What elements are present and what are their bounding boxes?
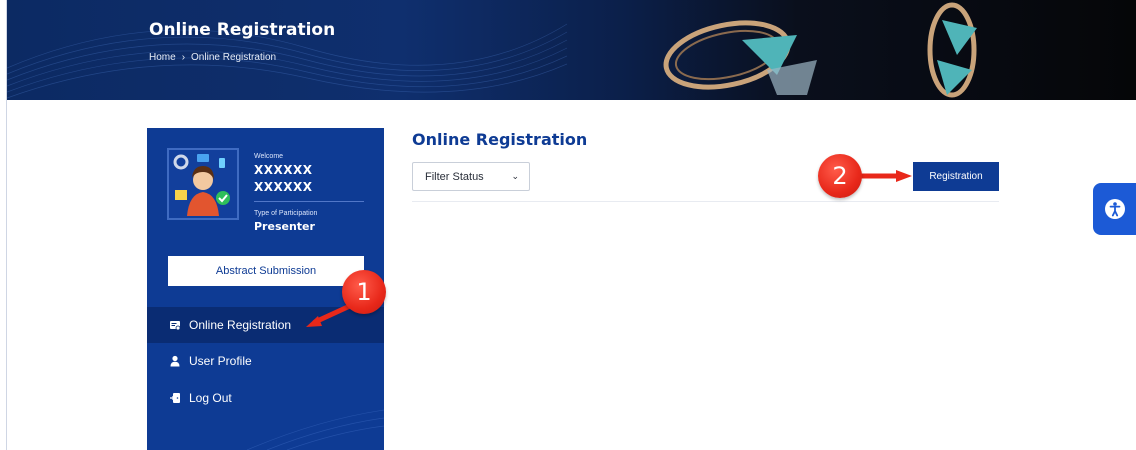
page-title: Online Registration	[412, 130, 588, 149]
step2-arrow-head	[896, 170, 912, 182]
participation-type-label: Type of Participation	[254, 210, 318, 217]
filter-status-label: Filter Status	[425, 170, 484, 183]
logout-icon	[170, 393, 180, 403]
breadcrumb: Home › Online Registration	[149, 52, 276, 63]
avatar	[167, 148, 239, 220]
breadcrumb-home[interactable]: Home	[149, 52, 176, 63]
sidebar-item-label: Log Out	[189, 391, 232, 405]
accessibility-button[interactable]	[1093, 183, 1136, 235]
sidebar-item-online-registration[interactable]: Online Registration	[147, 307, 384, 343]
profile-divider	[254, 201, 364, 202]
abstract-submission-button[interactable]: Abstract Submission	[168, 256, 364, 286]
banner-wave-decoration	[7, 23, 567, 99]
content-divider	[412, 201, 999, 202]
username-line-1: XXXXXX	[254, 163, 313, 177]
banner-title: Online Registration	[149, 20, 336, 40]
breadcrumb-current: Online Registration	[191, 52, 277, 63]
user-icon	[170, 355, 180, 367]
page-banner: Online Registration Home › Online Regist…	[7, 0, 1136, 100]
chevron-down-icon: ⌄	[511, 171, 519, 181]
username-line-2: XXXXXX	[254, 180, 313, 194]
sidebar-item-label: Online Registration	[189, 318, 292, 332]
participation-type-value: Presenter	[254, 220, 315, 233]
sidebar-item-log-out[interactable]: Log Out	[147, 380, 384, 416]
step-1-marker: 1	[342, 270, 386, 314]
welcome-label: Welcome	[254, 153, 284, 160]
breadcrumb-separator-icon: ›	[181, 52, 186, 63]
step-2-marker: 2	[818, 154, 862, 198]
jewelry-banner-image	[663, 2, 977, 98]
presenter-avatar-icon	[173, 154, 230, 216]
sidebar-item-label: User Profile	[189, 354, 252, 368]
accessibility-icon	[1104, 199, 1125, 219]
sidebar-item-user-profile[interactable]: User Profile	[147, 343, 384, 379]
registration-card-icon	[170, 321, 181, 331]
filter-status-select[interactable]: Filter Status ⌄	[412, 162, 530, 191]
registration-button[interactable]: Registration	[913, 162, 999, 191]
